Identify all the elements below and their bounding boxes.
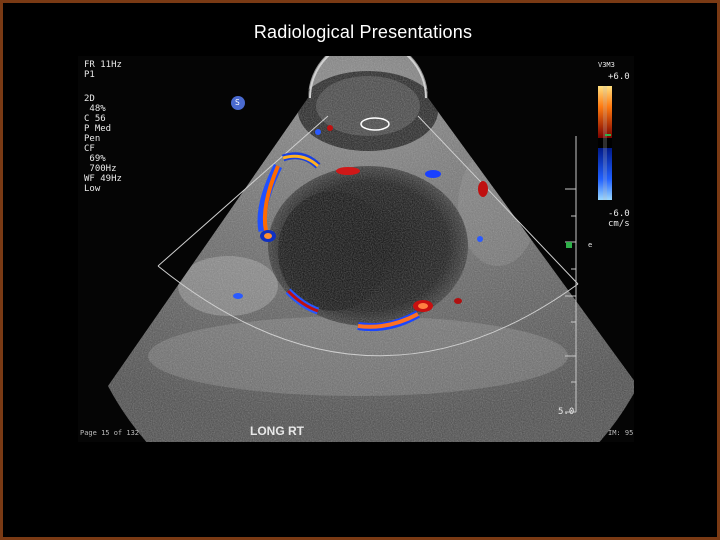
frame-rate: FR 11Hz	[84, 60, 122, 70]
params-2d: 2D 48% C 56 P Med Pen CF 69% 700Hz WF 49…	[84, 94, 122, 194]
param-2d-mode: 2D	[84, 94, 95, 104]
param-cf-mode: CF	[84, 144, 95, 154]
slide-title: Radiological Presentations	[253, 22, 473, 42]
view-label: LONG RT	[250, 424, 304, 438]
ultrasound-image: FR 11Hz P1 2D 48% C 56 P Med Pen CF 69% …	[78, 56, 634, 442]
marker-dot-label: S	[235, 98, 240, 107]
ultrasound-scan	[108, 56, 634, 442]
param-2d-compress: C 56	[84, 114, 106, 124]
depth-label: 5.0	[558, 407, 575, 417]
param-cf-gain: 69%	[84, 154, 106, 164]
image-mode: IM: 95	[608, 429, 634, 437]
param-2d-pen: Pen	[84, 134, 101, 144]
preset: P1	[84, 70, 95, 80]
focus-marker	[566, 242, 572, 248]
orientation-mark: e	[588, 241, 593, 249]
scale-unit-label: cm/s	[608, 219, 630, 229]
scale-header: V3M3	[598, 61, 615, 69]
param-2d-power: P Med	[84, 124, 112, 134]
scale-bottom-label: -6.0	[608, 209, 630, 219]
param-cf-flow: Low	[84, 184, 101, 194]
param-cf-wall-filter: WF 49Hz	[84, 174, 122, 184]
sector-fan	[108, 56, 634, 442]
param-2d-gain: 48%	[84, 104, 106, 114]
colour-scale-bar	[598, 86, 612, 200]
page-info: Page 15 of 132	[80, 429, 140, 437]
scale-top-label: +6.0	[608, 72, 630, 82]
param-cf-prf: 700Hz	[84, 164, 117, 174]
